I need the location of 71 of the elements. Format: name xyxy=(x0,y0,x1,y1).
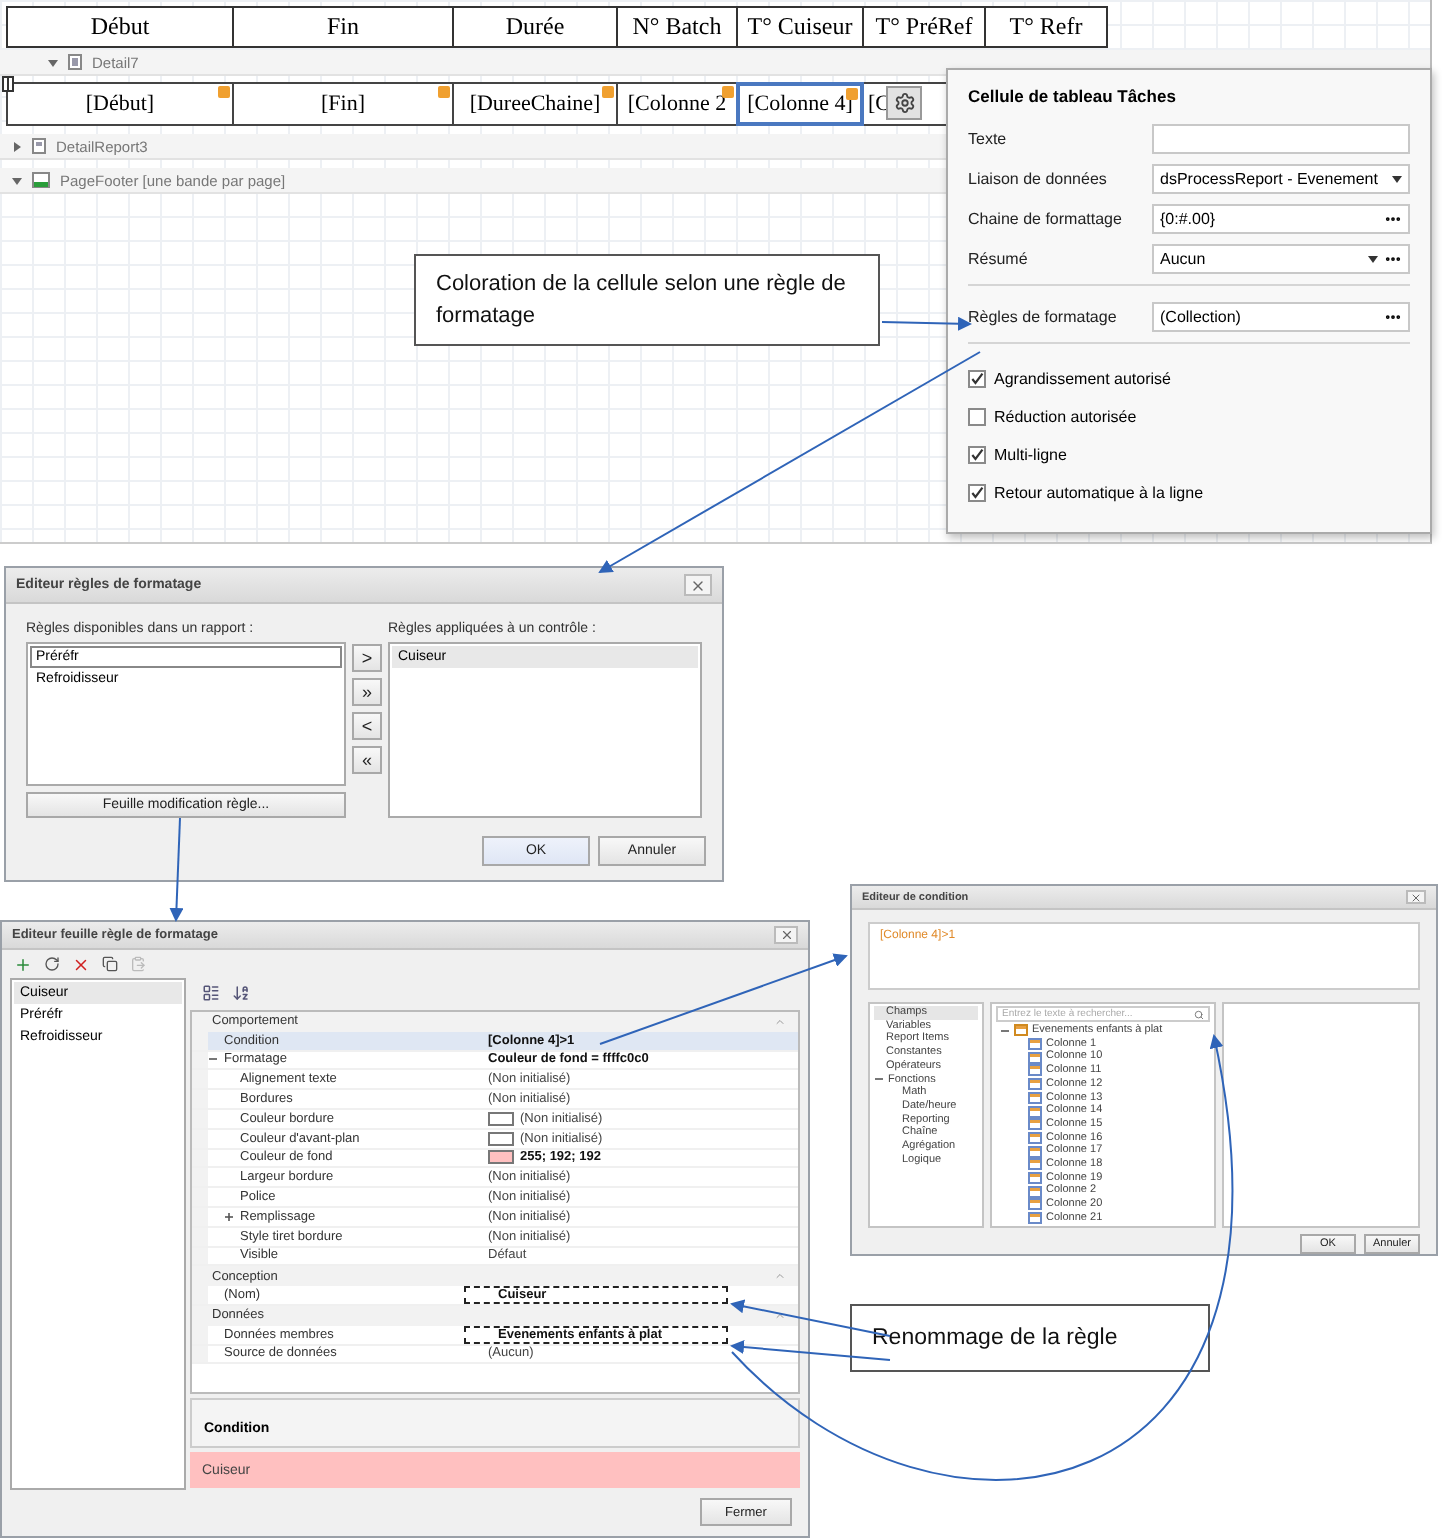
table-cell[interactable]: [Début] xyxy=(6,82,234,126)
property-field[interactable]: Aucun xyxy=(1152,244,1410,274)
arrow xyxy=(169,817,184,922)
copy-icon[interactable] xyxy=(102,956,118,972)
corner-marker-icon xyxy=(218,86,230,98)
collapse-icon[interactable] xyxy=(874,1074,884,1085)
property-field[interactable]: dsProcessReport - Evenement xyxy=(1152,164,1410,194)
close-icon xyxy=(690,577,706,593)
field-label: Règles de formatage xyxy=(968,308,1119,326)
column-header: T° PréRef xyxy=(862,6,986,48)
search-icon xyxy=(1194,1009,1204,1019)
callout-text: Coloration de la cellule selon une règle de formatage xyxy=(414,254,880,346)
expand-icon[interactable] xyxy=(224,1211,234,1222)
close-button[interactable] xyxy=(774,926,798,944)
checkbox[interactable] xyxy=(968,446,986,464)
checkbox-label: Réduction autorisée xyxy=(994,408,1137,426)
delete-icon[interactable] xyxy=(72,955,90,973)
field-label: Résumé xyxy=(968,250,1030,268)
checkbox[interactable] xyxy=(968,408,986,426)
close-icon xyxy=(1410,891,1422,903)
move-button[interactable]: » xyxy=(352,678,382,706)
checkbox-label: Multi-ligne xyxy=(994,446,1067,464)
refresh-icon[interactable] xyxy=(44,956,60,972)
collapse-icon[interactable] xyxy=(208,1054,218,1065)
property-field[interactable]: (Collection) xyxy=(1152,302,1410,332)
dropdown-caret-icon[interactable] xyxy=(1392,175,1402,183)
checkbox-label: Agrandissement autorisé xyxy=(994,370,1171,388)
corner-marker-icon xyxy=(602,86,614,98)
column-header: Durée xyxy=(452,6,618,48)
callout-text: Renommage de la règle xyxy=(850,1304,1210,1372)
collapse-triangle-icon[interactable] xyxy=(12,175,22,185)
collapse-icon[interactable] xyxy=(774,1309,786,1322)
field-label: Chaine de formattage xyxy=(968,210,1124,228)
sort-icon[interactable] xyxy=(232,983,250,1001)
categorized-icon[interactable] xyxy=(202,983,220,1001)
table-cell[interactable]: [Colonne 2 xyxy=(616,82,738,126)
collapse-triangle-icon[interactable] xyxy=(48,57,58,67)
table-icon xyxy=(1014,1024,1028,1037)
checkbox[interactable] xyxy=(968,484,986,502)
close-icon xyxy=(779,928,793,942)
move-button[interactable]: > xyxy=(352,644,382,672)
add-icon[interactable] xyxy=(14,955,32,973)
band-icon xyxy=(68,54,82,70)
dropdown-caret-icon[interactable] xyxy=(1368,255,1378,263)
gear-icon xyxy=(893,92,915,114)
field-label: Texte xyxy=(968,130,1009,148)
smart-tag-button[interactable] xyxy=(886,86,922,120)
arrow xyxy=(881,316,972,331)
checkbox-label: Retour automatique à la ligne xyxy=(994,484,1204,502)
move-button[interactable]: < xyxy=(352,712,382,740)
column-header: Début xyxy=(6,6,234,48)
column-header: N° Batch xyxy=(616,6,738,48)
band-icon xyxy=(32,138,46,154)
move-handle-icon[interactable] xyxy=(2,76,14,92)
corner-marker-icon xyxy=(722,86,734,98)
close-button[interactable] xyxy=(684,574,712,596)
table-cell[interactable]: [DureeChaine] xyxy=(452,82,618,126)
column-header: Fin xyxy=(232,6,454,48)
column-header: T° Refr xyxy=(984,6,1108,48)
close-button[interactable] xyxy=(1406,890,1426,904)
checkbox[interactable] xyxy=(968,370,986,388)
field-label: Liaison de données xyxy=(968,170,1109,188)
column-header: T° Cuiseur xyxy=(736,6,864,48)
property-field[interactable]: {0:#.00} xyxy=(1152,204,1410,234)
property-field[interactable] xyxy=(1152,124,1410,154)
collapse-icon[interactable] xyxy=(1000,1025,1010,1036)
page-footer-icon xyxy=(32,172,50,188)
table-cell[interactable]: [Fin] xyxy=(232,82,454,126)
move-button[interactable]: « xyxy=(352,746,382,774)
expand-triangle-icon[interactable] xyxy=(12,141,22,151)
corner-marker-icon xyxy=(438,86,450,98)
